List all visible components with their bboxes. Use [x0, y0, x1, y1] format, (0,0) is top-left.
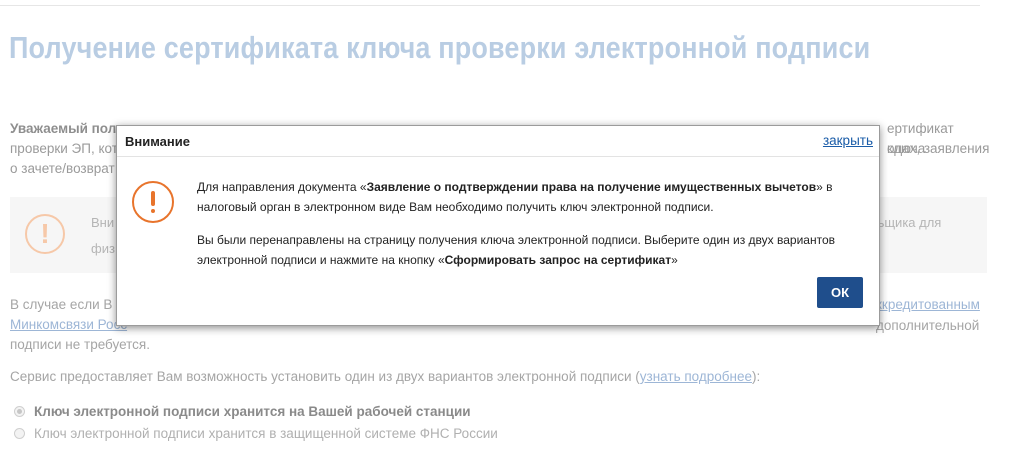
- intro-line2-tail: одах, заявления: [887, 141, 990, 156]
- dialog-title: Внимание: [125, 134, 190, 149]
- info-text-tail: льщика для: [870, 215, 942, 230]
- radio-workstation[interactable]: [14, 406, 25, 417]
- button-reference: Сформировать запрос на сертификат: [444, 253, 672, 267]
- close-link[interactable]: закрыть: [823, 133, 873, 148]
- info-text: Вни: [91, 215, 115, 230]
- dialog-message-1: Для направления документа «Заявление о п…: [197, 180, 833, 214]
- learn-more-link[interactable]: узнать подробнее: [640, 369, 752, 384]
- dialog-body: Для направления документа «Заявление о п…: [197, 177, 865, 270]
- service-suffix: ):: [751, 369, 761, 384]
- dialog-header: Внимание закрыть: [117, 126, 879, 157]
- option-workstation-label: Ключ электронной подписи хранится на Ваш…: [34, 404, 471, 419]
- intro-greeting: Уважаемый пол: [10, 121, 117, 136]
- service-text: Сервис предоставляет Вам возможность уст…: [10, 369, 760, 384]
- option-fns-system-label: Ключ электронной подписи хранится в защи…: [34, 426, 498, 441]
- service-description: Сервис предоставляет Вам возможность уст…: [10, 369, 640, 384]
- accredited-tail: дополнительной: [876, 318, 980, 333]
- ministry-link[interactable]: Минкомсвязи Росс: [10, 317, 127, 332]
- option-fns-system[interactable]: Ключ электронной подписи хранится в защи…: [14, 426, 498, 441]
- attention-dialog: Внимание закрыть Для направления докумен…: [116, 125, 880, 326]
- document-name: Заявление о подтверждении права на получ…: [366, 180, 817, 194]
- info-warning-icon: !: [25, 214, 65, 254]
- warning-exclamation-icon: [132, 181, 174, 223]
- page-title: Получение сертификата ключа проверки эле…: [9, 30, 871, 65]
- radio-fns-system[interactable]: [14, 428, 25, 439]
- info-text-line2: физ: [91, 241, 115, 256]
- ok-button[interactable]: ОК: [817, 277, 863, 308]
- intro-line2-start: проверки ЭП, кот: [10, 141, 118, 156]
- accredited-line3: подписи не требуется.: [10, 337, 150, 352]
- option-workstation[interactable]: Ключ электронной подписи хранится на Ваш…: [14, 404, 471, 419]
- accredited-link[interactable]: ккредитованным: [876, 295, 980, 315]
- dialog-message-2: Вы были перенаправлены на страницу получ…: [197, 233, 835, 267]
- top-divider: [0, 0, 980, 6]
